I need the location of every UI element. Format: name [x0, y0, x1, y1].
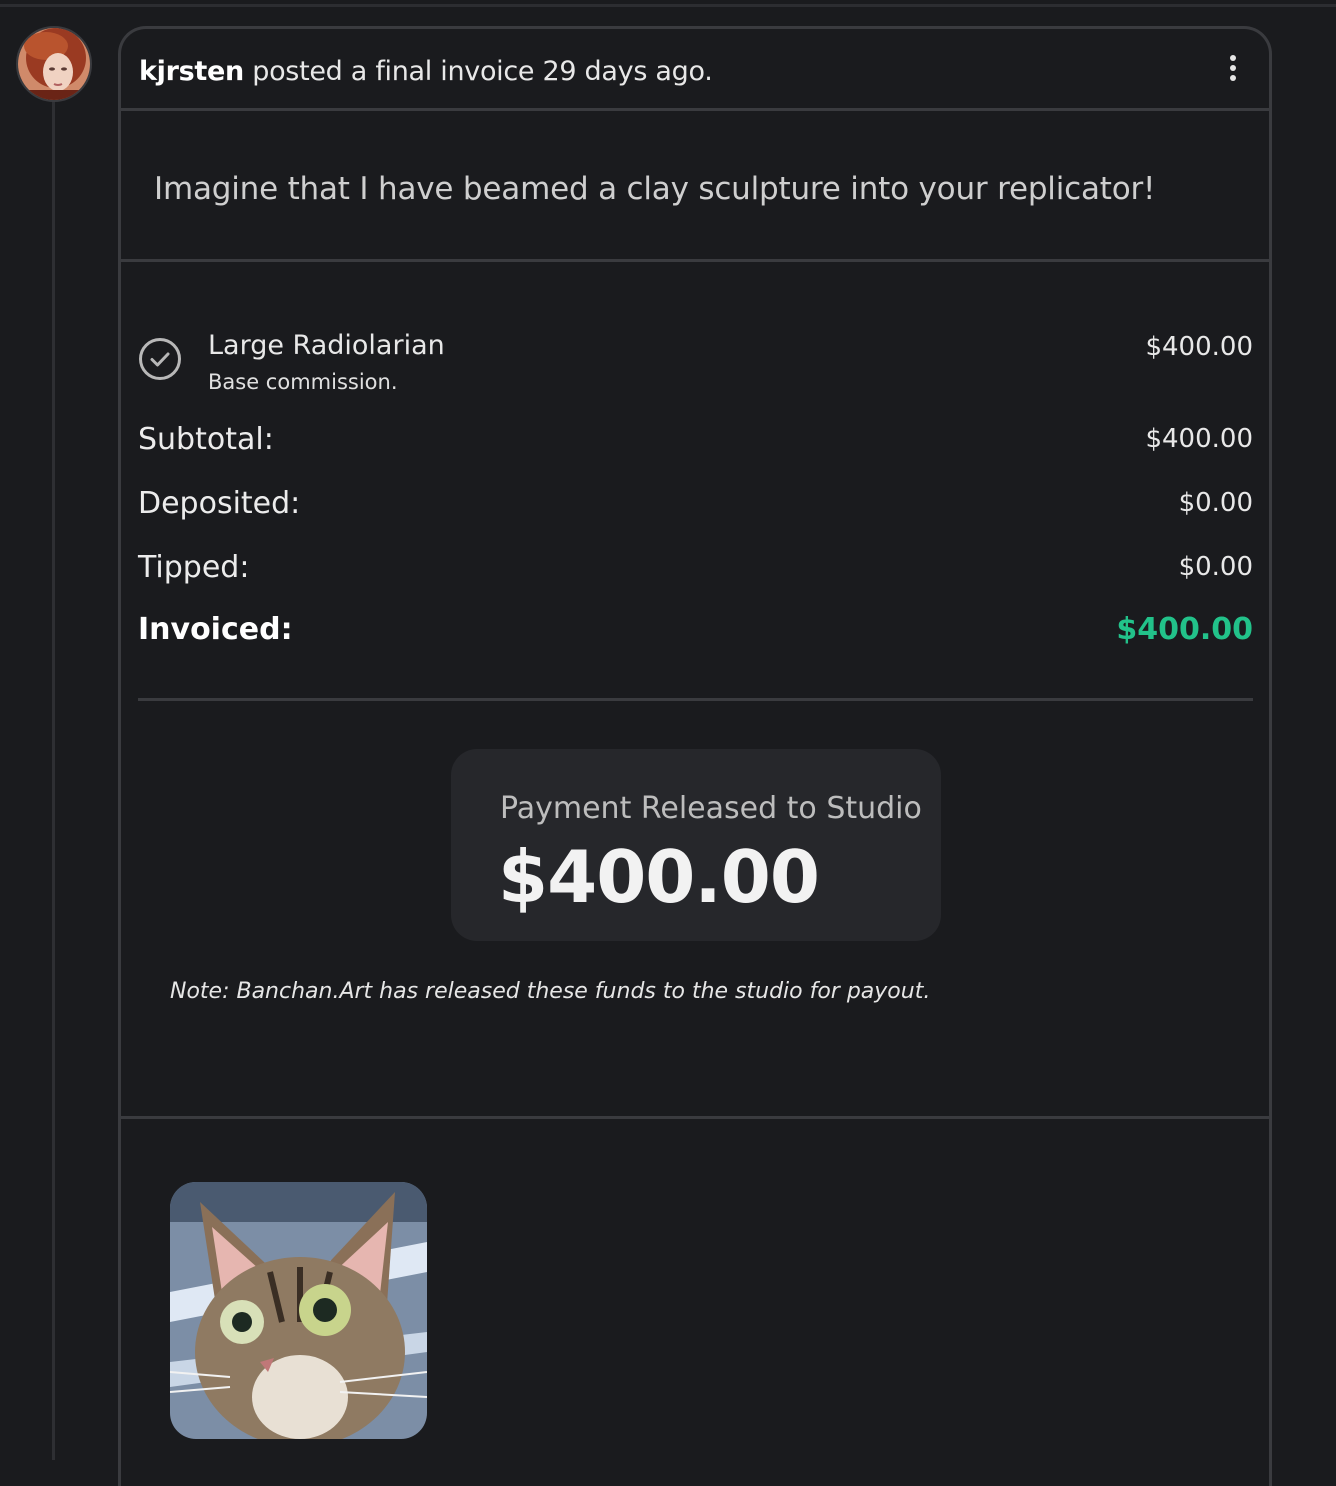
payment-status-box: Payment Released to Studio $400.00	[451, 749, 941, 941]
timeline-line	[52, 100, 55, 1460]
top-divider	[0, 4, 1336, 7]
event-header: kjrsten posted a final invoice 29 days a…	[121, 29, 1269, 111]
tipped-label: Tipped:	[138, 550, 250, 585]
line-item-amount: $400.00	[1145, 332, 1253, 362]
check-circle-icon	[139, 338, 181, 380]
tipped-value: $0.00	[1178, 552, 1253, 582]
username-link[interactable]: kjrsten	[139, 56, 244, 87]
payout-note: Note: Banchan.Art has released these fun…	[170, 979, 931, 1004]
invoice-section: Large Radiolarian Base commission. $400.…	[121, 262, 1269, 1119]
line-item-description: Base commission.	[208, 370, 398, 394]
message-section: Imagine that I have beamed a clay sculpt…	[121, 111, 1269, 262]
totals-divider	[138, 698, 1253, 701]
invoice-event-card: kjrsten posted a final invoice 29 days a…	[118, 26, 1272, 1486]
subtotal-label: Subtotal:	[138, 422, 274, 457]
deposited-label: Deposited:	[138, 486, 301, 521]
payment-amount: $400.00	[498, 835, 820, 919]
invoiced-value: $400.00	[1116, 612, 1253, 647]
payment-status-title: Payment Released to Studio	[500, 791, 922, 826]
event-summary: kjrsten posted a final invoice 29 days a…	[139, 56, 713, 87]
line-item-name: Large Radiolarian	[208, 330, 445, 361]
subtotal-value: $400.00	[1145, 424, 1253, 454]
invoiced-label: Invoiced:	[138, 612, 293, 647]
event-action-text: posted a final invoice 29 days ago.	[252, 56, 713, 87]
attachments-section	[121, 1119, 1269, 1486]
more-options-icon[interactable]	[1225, 55, 1241, 87]
invoice-message: Imagine that I have beamed a clay sculpt…	[154, 171, 1156, 207]
avatar[interactable]	[16, 26, 92, 102]
attachment-thumbnail[interactable]	[170, 1182, 427, 1439]
deposited-value: $0.00	[1178, 488, 1253, 518]
